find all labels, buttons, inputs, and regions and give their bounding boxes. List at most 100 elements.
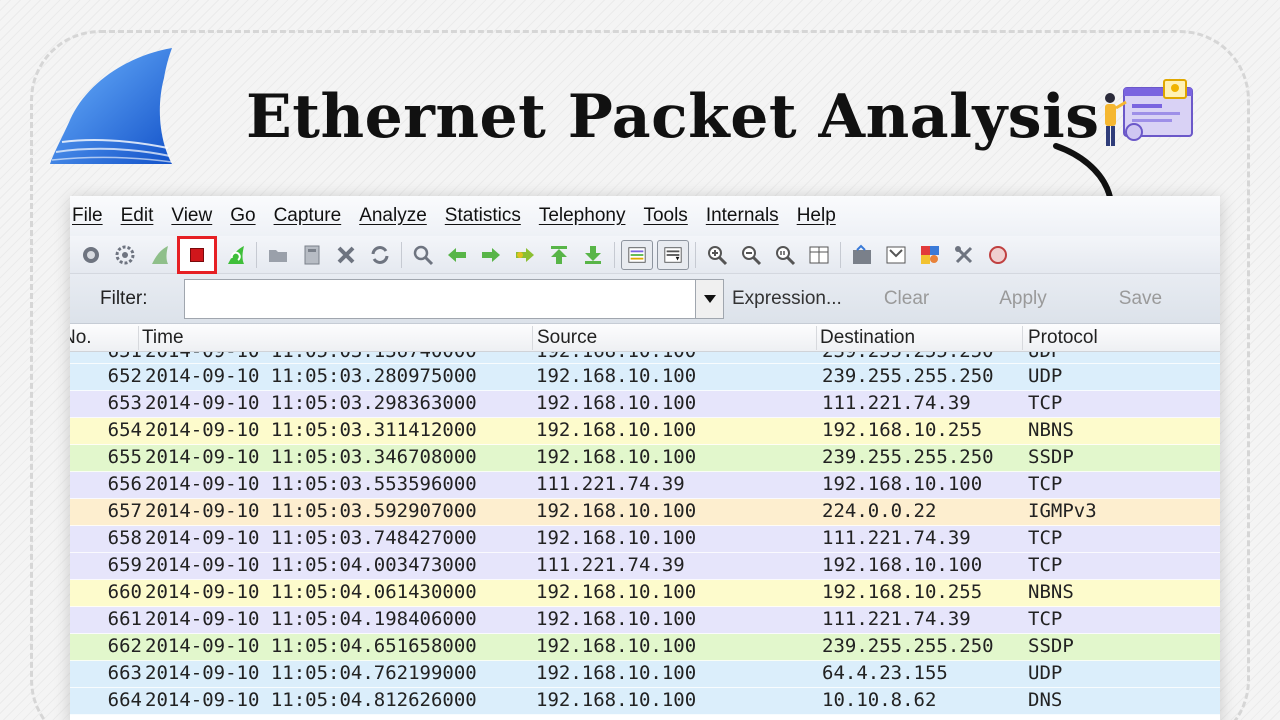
packet-destination: 224.0.0.22 — [822, 500, 937, 522]
packet-source: 192.168.10.100 — [536, 419, 697, 441]
stop-capture-button[interactable] — [177, 235, 217, 274]
packet-row[interactable]: 652 2014-09-10 11:05:03.280975000 192.168.… — [70, 364, 1220, 391]
packet-source: 111.221.74.39 — [536, 554, 685, 576]
go-back-button[interactable] — [440, 238, 474, 272]
column-header-source[interactable]: Source — [537, 327, 597, 349]
packet-row[interactable]: 654 2014-09-10 11:05:03.311412000 192.168.… — [70, 418, 1220, 445]
menu-statistics[interactable]: Statistics — [445, 205, 531, 227]
packet-destination: 239.255.255.250 — [822, 365, 994, 387]
open-file-button[interactable] — [261, 238, 295, 272]
zoom-in-button[interactable] — [700, 238, 734, 272]
menu-edit[interactable]: Edit — [121, 205, 164, 227]
preferences-button[interactable] — [947, 238, 981, 272]
capture-filters-button[interactable] — [845, 238, 879, 272]
column-header-time[interactable]: Time — [142, 327, 184, 349]
toolbar-separator — [695, 241, 696, 268]
packet-row[interactable]: 660 2014-09-10 11:05:04.061430000 192.168.… — [70, 580, 1220, 607]
resize-columns-button[interactable] — [802, 238, 836, 272]
zoom-normal-button[interactable] — [768, 238, 802, 272]
display-filters-icon — [886, 246, 906, 263]
column-divider[interactable] — [138, 326, 139, 350]
menu-help[interactable]: Help — [797, 205, 846, 227]
menu-go[interactable]: Go — [230, 205, 265, 227]
packet-destination: 192.168.10.255 — [822, 581, 983, 603]
packet-time: 2014-09-10 11:05:03.311412000 — [145, 419, 477, 441]
column-divider[interactable] — [1022, 326, 1023, 350]
go-to-packet-button[interactable] — [508, 238, 542, 272]
packet-destination: 10.10.8.62 — [822, 689, 937, 711]
column-divider[interactable] — [532, 326, 533, 350]
colorize-button[interactable] — [621, 239, 653, 270]
packet-source: 192.168.10.100 — [536, 581, 697, 603]
packet-row[interactable]: 659 2014-09-10 11:05:04.003473000 111.221.… — [70, 553, 1220, 580]
packet-protocol: TCP — [1028, 554, 1063, 576]
go-forward-button[interactable] — [474, 238, 508, 272]
packet-row[interactable]: 663 2014-09-10 11:05:04.762199000 192.168.… — [70, 661, 1220, 688]
coloring-rules-icon — [921, 245, 939, 264]
zoom-out-button[interactable] — [734, 238, 768, 272]
packet-destination: 111.221.74.39 — [822, 608, 971, 630]
restart-capture-button[interactable] — [218, 238, 252, 272]
reload-button[interactable] — [363, 238, 397, 272]
packet-time: 2014-09-10 11:05:03.298363000 — [145, 392, 477, 414]
apply-button[interactable]: Apply — [999, 288, 1047, 310]
save-file-icon — [304, 245, 320, 264]
packet-number: 653 — [107, 392, 142, 414]
find-packet-button[interactable] — [406, 238, 440, 272]
column-header-protocol[interactable]: Protocol — [1028, 327, 1098, 349]
interfaces-button[interactable] — [74, 238, 108, 272]
menu-capture[interactable]: Capture — [274, 205, 352, 227]
display-filters-button[interactable] — [879, 238, 913, 272]
column-header-destination[interactable]: Destination — [820, 327, 915, 349]
filter-history-dropdown[interactable] — [696, 278, 724, 319]
packet-time: 2014-09-10 11:05:03.748427000 — [145, 527, 477, 549]
close-file-button[interactable] — [329, 238, 363, 272]
first-packet-button[interactable] — [542, 238, 576, 272]
packet-source: 192.168.10.100 — [536, 446, 697, 468]
auto-scroll-icon — [664, 246, 682, 263]
options-button[interactable] — [108, 238, 142, 272]
column-header-no[interactable]: No. — [70, 327, 92, 349]
packet-row[interactable]: 657 2014-09-10 11:05:03.592907000 192.168.… — [70, 499, 1220, 526]
packet-source: 192.168.10.100 — [536, 662, 697, 684]
packet-row[interactable]: 658 2014-09-10 11:05:03.748427000 192.168.… — [70, 526, 1220, 553]
packet-source: 192.168.10.100 — [536, 500, 697, 522]
filter-label: Filter: — [100, 287, 148, 309]
packet-row[interactable]: 662 2014-09-10 11:05:04.651658000 192.168.… — [70, 634, 1220, 661]
help-button[interactable] — [981, 238, 1015, 272]
resize-columns-icon — [809, 246, 829, 263]
menu-view[interactable]: View — [171, 205, 222, 227]
column-divider[interactable] — [816, 326, 817, 350]
packet-row[interactable]: 653 2014-09-10 11:05:03.298363000 192.168.… — [70, 391, 1220, 418]
filter-input[interactable] — [184, 278, 696, 319]
toolbar-separator — [840, 241, 841, 268]
start-capture-button[interactable] — [142, 238, 176, 272]
expression-button[interactable]: Expression... — [732, 288, 842, 310]
options-icon — [115, 245, 135, 264]
menu-telephony[interactable]: Telephony — [539, 205, 636, 227]
menu-file[interactable]: File — [72, 205, 113, 227]
wireshark-logo-icon — [50, 48, 173, 164]
last-packet-icon — [585, 245, 601, 264]
packet-row[interactable]: 661 2014-09-10 11:05:04.198406000 192.168.… — [70, 607, 1220, 634]
packet-row[interactable]: 656 2014-09-10 11:05:03.553596000 111.221.… — [70, 472, 1220, 499]
packet-source: 111.221.74.39 — [536, 473, 685, 495]
auto-scroll-button[interactable] — [657, 239, 689, 270]
menu-tools[interactable]: Tools — [643, 205, 697, 227]
close-file-icon — [337, 246, 355, 263]
reload-icon — [371, 245, 389, 264]
save-filter-button[interactable]: Save — [1119, 288, 1162, 310]
menu-analyze[interactable]: Analyze — [359, 205, 437, 227]
menu-internals[interactable]: Internals — [706, 205, 789, 227]
clear-button[interactable]: Clear — [884, 288, 929, 310]
last-packet-button[interactable] — [576, 238, 610, 272]
packet-row[interactable]: 655 2014-09-10 11:05:03.346708000 192.168.… — [70, 445, 1220, 472]
packet-number: 662 — [107, 635, 142, 657]
packet-row[interactable]: 664 2014-09-10 11:05:04.812626000 192.168.… — [70, 688, 1220, 715]
save-file-button[interactable] — [295, 238, 329, 272]
packet-protocol: SSDP — [1028, 635, 1074, 657]
coloring-rules-button[interactable] — [913, 238, 947, 272]
packet-row[interactable]: 6512014-09-10 11:05:03.136740000 192.168.… — [70, 352, 1220, 364]
packet-source: 192.168.10.100 — [536, 608, 697, 630]
toolbar-separator — [614, 241, 615, 268]
